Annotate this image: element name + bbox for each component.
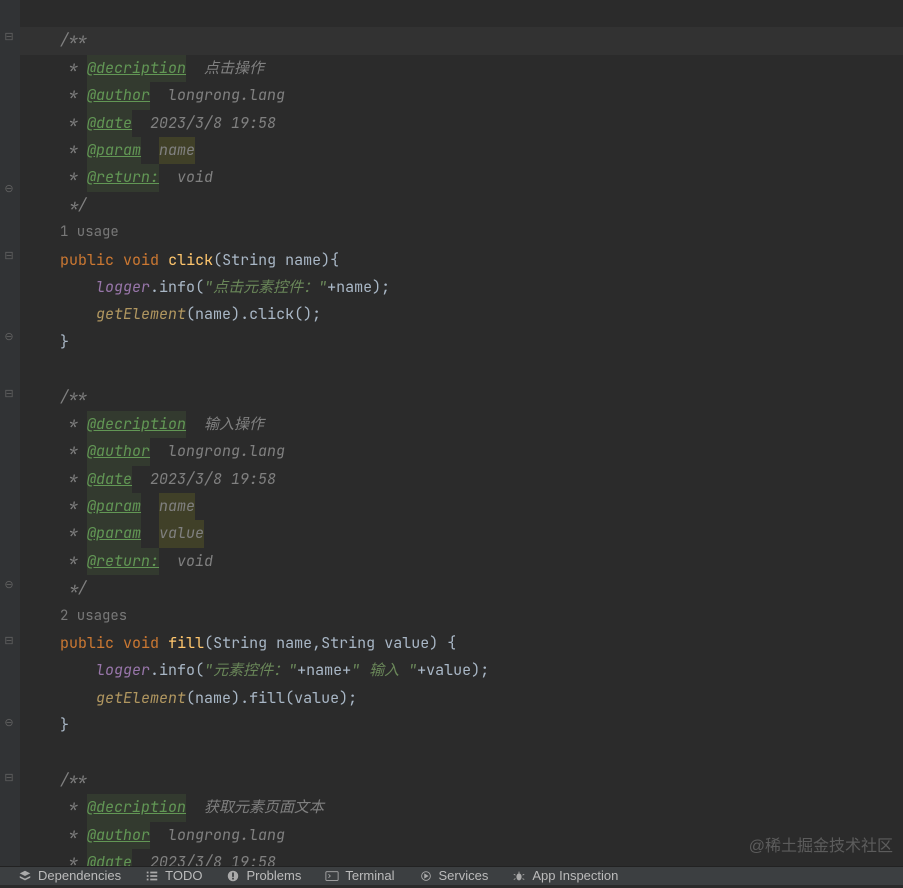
warning-icon <box>226 869 240 883</box>
code-line <box>20 0 903 27</box>
code-line: * @decription 点击操作 <box>20 55 903 82</box>
code-line: logger.info("元素控件："+name+" 输入 "+value); <box>20 657 903 684</box>
fold-icon[interactable]: ⊟ <box>2 30 16 44</box>
code-line: * @return: void <box>20 164 903 191</box>
bug-icon <box>512 869 526 883</box>
code-line: public void click(String name){ <box>20 247 903 274</box>
code-line <box>20 740 903 767</box>
code-line: * @author longrong.lang <box>20 438 903 465</box>
override-icon[interactable]: ⊟ <box>2 634 16 648</box>
usage-hint[interactable]: 1 usage <box>20 219 903 246</box>
layers-icon <box>18 869 32 883</box>
code-line <box>20 356 903 383</box>
code-line: getElement(name).fill(value); <box>20 685 903 712</box>
override-icon[interactable]: ⊖ <box>2 716 16 730</box>
code-line: } <box>20 712 903 739</box>
tool-label: TODO <box>165 864 202 888</box>
terminal-icon <box>325 869 339 883</box>
tool-terminal[interactable]: Terminal <box>325 864 394 888</box>
tool-label: Services <box>439 864 489 888</box>
code-line: * @date 2023/3/8 19:58 <box>20 466 903 493</box>
code-editor[interactable]: ⊟ ⊖ ⊟ ⊖ ⊟ ⊖ ⊟ ⊖ ⊟ /** * @decription 点击操作… <box>0 0 903 866</box>
code-line: * @decription 获取元素页面文本 <box>20 794 903 821</box>
code-line: * @param value <box>20 520 903 547</box>
tool-problems[interactable]: Problems <box>226 864 301 888</box>
tool-label: Terminal <box>345 864 394 888</box>
code-line: getElement(name).click(); <box>20 301 903 328</box>
tool-todo[interactable]: TODO <box>145 864 202 888</box>
code-line: */ <box>20 192 903 219</box>
services-icon <box>419 869 433 883</box>
code-line: * @return: void <box>20 548 903 575</box>
code-line: } <box>20 329 903 356</box>
code-line: /** <box>20 767 903 794</box>
usage-hint[interactable]: 2 usages <box>20 603 903 630</box>
fold-icon[interactable]: ⊟ <box>2 387 16 401</box>
watermark: @稀土掘金技术社区 <box>749 832 893 861</box>
code-line: * @author longrong.lang <box>20 82 903 109</box>
fold-icon[interactable]: ⊖ <box>2 578 16 592</box>
code-line: logger.info("点击元素控件："+name); <box>20 274 903 301</box>
tool-label: App Inspection <box>532 864 618 888</box>
tool-label: Problems <box>246 864 301 888</box>
override-icon[interactable]: ⊖ <box>2 330 16 344</box>
fold-icon[interactable]: ⊖ <box>2 182 16 196</box>
code-line: * @param name <box>20 493 903 520</box>
tool-services[interactable]: Services <box>419 864 489 888</box>
code-area[interactable]: /** * @decription 点击操作 * @author longron… <box>20 0 903 866</box>
code-line: public void fill(String name,String valu… <box>20 630 903 657</box>
tool-window-bar: Dependencies TODO Problems Terminal Serv… <box>0 866 903 885</box>
gutter: ⊟ ⊖ ⊟ ⊖ ⊟ ⊖ ⊟ ⊖ ⊟ <box>0 0 20 866</box>
tool-dependencies[interactable]: Dependencies <box>18 864 121 888</box>
code-line: * @date 2023/3/8 19:58 <box>20 110 903 137</box>
code-line: /** <box>20 383 903 410</box>
list-icon <box>145 869 159 883</box>
fold-icon[interactable]: ⊟ <box>2 771 16 785</box>
code-line: /** <box>20 27 903 54</box>
code-line: */ <box>20 575 903 602</box>
override-icon[interactable]: ⊟ <box>2 249 16 263</box>
tool-app-inspection[interactable]: App Inspection <box>512 864 618 888</box>
code-line: * @decription 输入操作 <box>20 411 903 438</box>
scrollbar[interactable] <box>893 0 903 866</box>
code-line: * @param name <box>20 137 903 164</box>
tool-label: Dependencies <box>38 864 121 888</box>
